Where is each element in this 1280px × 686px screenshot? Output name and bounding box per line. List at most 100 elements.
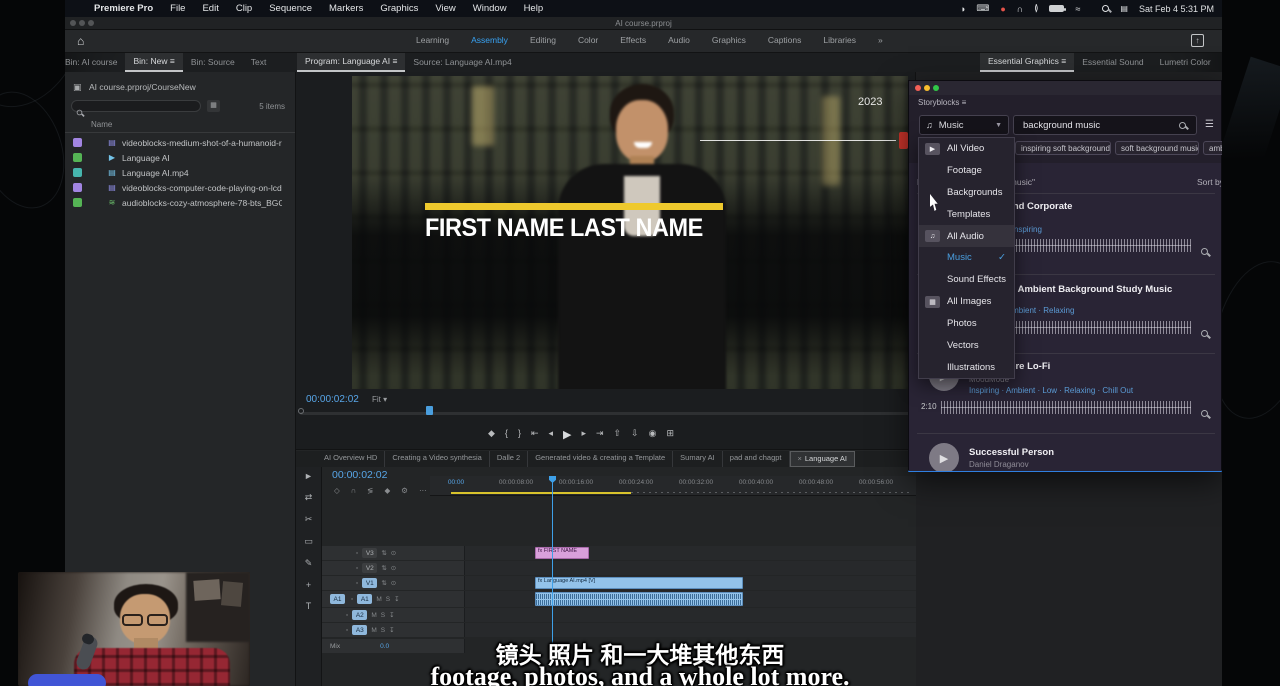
- dnd-icon[interactable]: ◑: [960, 4, 965, 14]
- voiceover-record-icon[interactable]: ↧: [389, 626, 394, 634]
- menu-view[interactable]: View: [435, 3, 455, 14]
- comparison-view-icon[interactable]: ⊞: [667, 428, 675, 441]
- media-type-dropdown[interactable]: ♫ Music ▼: [919, 115, 1009, 135]
- toggle-track-output-icon[interactable]: ⊙: [391, 579, 396, 587]
- find-similar-icon[interactable]: [1201, 404, 1208, 422]
- solo-icon[interactable]: S: [381, 627, 385, 634]
- workspace-learning[interactable]: Learning: [416, 35, 449, 45]
- menu-sequence[interactable]: Sequence: [269, 3, 312, 14]
- tab-program-monitor[interactable]: Program: Language AI ≡: [297, 53, 405, 72]
- step-forward-icon[interactable]: ▸: [582, 428, 587, 441]
- menu-item-all-images[interactable]: ▦All Images: [919, 291, 1014, 313]
- tab-essential-sound[interactable]: Essential Sound: [1074, 54, 1151, 71]
- panel-menu-icon[interactable]: ≡: [1061, 56, 1066, 66]
- go-to-out-icon[interactable]: ⇥: [596, 428, 604, 441]
- storyblocks-tab[interactable]: Storyblocks ≡: [918, 98, 966, 107]
- menu-help[interactable]: Help: [524, 3, 544, 14]
- sync-lock-icon[interactable]: ⇅: [381, 549, 386, 557]
- project-row[interactable]: ▶ Language AI: [73, 151, 293, 164]
- project-row[interactable]: ▤ videoblocks-medium-shot-of-a-humanoid-…: [73, 136, 293, 149]
- track-target-v2[interactable]: V2: [362, 563, 377, 573]
- tab-text[interactable]: Text: [243, 54, 275, 71]
- app-menu-title[interactable]: Premiere Pro: [94, 3, 153, 14]
- lock-icon[interactable]: ▫: [356, 550, 358, 557]
- workspace-captions[interactable]: Captions: [768, 35, 802, 45]
- find-similar-icon[interactable]: [1201, 324, 1208, 342]
- close-tab-icon[interactable]: ×: [798, 454, 802, 463]
- toggle-track-output-icon[interactable]: ⊙: [391, 549, 396, 557]
- name-column-header[interactable]: Name: [91, 120, 112, 129]
- tab-bin-new[interactable]: Bin: New ≡: [125, 53, 182, 72]
- sort-control[interactable]: Sort by: [1197, 177, 1221, 187]
- minimize-window-button[interactable]: [79, 20, 85, 26]
- play-icon[interactable]: ▶: [563, 428, 571, 441]
- lock-icon[interactable]: ▫: [346, 612, 348, 619]
- solo-icon[interactable]: S: [381, 612, 385, 619]
- workspace-graphics[interactable]: Graphics: [712, 35, 746, 45]
- graphic-clip-first-name[interactable]: fx FIRST NAME: [535, 547, 589, 559]
- workspace-color[interactable]: Color: [578, 35, 598, 45]
- menu-item-music[interactable]: Music✓: [919, 247, 1014, 269]
- label-color-chip[interactable]: [73, 138, 82, 147]
- zoom-window-button[interactable]: [88, 20, 94, 26]
- result-artist[interactable]: Daniel Draganov: [969, 460, 1029, 469]
- clip-name[interactable]: videoblocks-medium-shot-of-a-humanoid-ro…: [122, 138, 282, 148]
- lock-icon[interactable]: ▫: [351, 596, 353, 603]
- sync-lock-icon[interactable]: ⇅: [381, 579, 386, 587]
- minimize-window-button[interactable]: [924, 85, 930, 91]
- pen-tool-icon[interactable]: ✎: [305, 558, 313, 569]
- video-clip-language-ai[interactable]: fx Language AI.mp4 [V]: [535, 577, 743, 589]
- solo-icon[interactable]: S: [386, 596, 390, 603]
- track-select-tool-icon[interactable]: ⇄: [305, 492, 313, 503]
- timeline-playhead[interactable]: [552, 478, 553, 656]
- program-playhead-handle[interactable]: [426, 406, 433, 415]
- program-timecode[interactable]: 00:00:02:02: [306, 394, 359, 405]
- menu-item-templates[interactable]: Templates: [919, 203, 1014, 225]
- menu-item-illustrations[interactable]: Illustrations: [919, 356, 1014, 378]
- clip-name[interactable]: videoblocks-computer-code-playing-on-lcd…: [122, 183, 282, 193]
- record-icon[interactable]: ●: [1000, 4, 1005, 14]
- tab-lumetri-color[interactable]: Lumetri Color: [1152, 54, 1219, 71]
- menu-item-all-audio[interactable]: ♫All Audio: [919, 225, 1014, 247]
- menu-window[interactable]: Window: [473, 3, 507, 14]
- voiceover-record-icon[interactable]: ↧: [394, 595, 399, 603]
- storyblocks-search-input[interactable]: [1021, 119, 1161, 132]
- selection-tool-icon[interactable]: ►: [304, 471, 313, 481]
- sequence-tab[interactable]: Dalle 2: [490, 451, 528, 467]
- spotlight-icon[interactable]: [1091, 4, 1109, 14]
- panel-menu-icon[interactable]: ≡: [392, 56, 397, 66]
- work-area-yellow-bar[interactable]: [451, 492, 631, 494]
- menu-item-footage[interactable]: Footage: [919, 160, 1014, 182]
- panel-menu-icon[interactable]: ≡: [962, 98, 967, 107]
- panel-menu-icon[interactable]: ≡: [170, 56, 175, 66]
- slip-tool-icon[interactable]: ▭: [304, 536, 313, 547]
- go-to-in-icon[interactable]: ⇤: [531, 428, 539, 441]
- menubar-clock[interactable]: Sat Feb 4 5:31 PM: [1139, 4, 1214, 14]
- sync-lock-icon[interactable]: ⇅: [381, 564, 386, 572]
- project-row[interactable]: ▤ Language AI.mp4: [73, 166, 293, 179]
- source-patch-a1[interactable]: A1: [330, 594, 345, 604]
- mark-in-icon[interactable]: {: [505, 428, 508, 441]
- track-a2-lane[interactable]: [465, 608, 916, 622]
- find-similar-icon[interactable]: [1201, 242, 1208, 260]
- workspace-editing[interactable]: Editing: [530, 35, 556, 45]
- list-view-icon[interactable]: ▦: [207, 100, 220, 112]
- menu-item-vectors[interactable]: Vectors: [919, 334, 1014, 356]
- menu-file[interactable]: File: [170, 3, 185, 14]
- sequence-tab[interactable]: pad and chagpt: [723, 451, 790, 467]
- lock-icon[interactable]: ▫: [356, 580, 358, 587]
- project-search-box[interactable]: [71, 100, 201, 112]
- track-v3-lane[interactable]: [465, 546, 916, 560]
- sequence-tab[interactable]: AI Overview HD: [296, 451, 385, 467]
- tab-bin-source[interactable]: Bin: Source: [183, 54, 243, 71]
- storyblocks-search-box[interactable]: [1013, 115, 1197, 135]
- window-titlebar[interactable]: AI course.prproj: [65, 17, 1222, 30]
- close-window-button[interactable]: [70, 20, 76, 26]
- control-center-icon[interactable]: ▤: [1120, 4, 1128, 13]
- workspace-effects[interactable]: Effects: [620, 35, 646, 45]
- suggestion-chip[interactable]: inspiring soft background: [1015, 141, 1111, 155]
- razor-tool-icon[interactable]: ✂: [305, 514, 313, 525]
- workspace-assembly[interactable]: Assembly: [471, 35, 508, 45]
- clip-name[interactable]: Language AI.mp4: [122, 168, 189, 178]
- add-marker-icon[interactable]: ◆: [488, 428, 495, 441]
